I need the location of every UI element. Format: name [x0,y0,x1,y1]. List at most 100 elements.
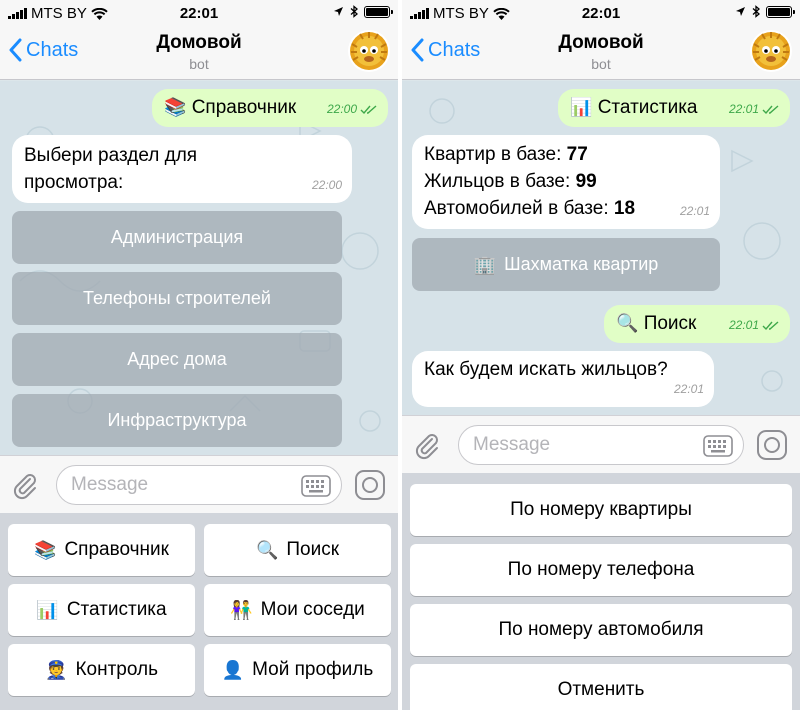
status-bar: MTS BY 22:01 [402,0,800,26]
keyboard-button-label: Поиск [286,539,340,560]
right-screen: MTS BY 22:01 Chats Домовой bot 📊 Статист… [402,0,800,710]
keyboard-button-neighbors[interactable]: 👫 Мои соседи [204,584,391,636]
keyboard-button-label: Отменить [557,679,645,700]
keyboard-button-cancel[interactable]: Отменить [410,664,792,710]
keyboard-button-label: Справочник [64,539,169,560]
inline-button-administration[interactable]: Администрация [12,211,342,264]
stat-label: Автомобилей в базе: [424,198,609,219]
message-time: 22:01 [728,318,759,332]
message-meta: 22:01 [680,198,710,225]
books-icon: 📚 [164,97,187,117]
stat-residents: Жильцов в базе: 99 [424,168,708,195]
inline-button-label: Администрация [110,227,244,247]
message-text: Как будем искать жильцов? [424,359,668,380]
location-arrow-icon [736,7,745,16]
attach-icon[interactable] [10,470,40,500]
keyboard-button-label: По номеру квартиры [510,499,692,520]
message-input-bar [402,415,800,473]
chat-area: 📊 Статистика 22:01 Квартир в базе: 77 Жи… [402,81,800,415]
message-field [56,465,342,505]
bar-chart-icon: 📊 [36,600,59,620]
reply-keyboard: 📚 Справочник 🔍 Поиск 📊 Статистика 👫 Мои … [0,513,398,710]
keyboard-button-profile[interactable]: 👤 Мой профиль [204,644,391,696]
magnifier-icon: 🔍 [616,313,639,333]
attach-icon[interactable] [412,430,442,460]
status-right [735,5,795,18]
stat-label: Жильцов в базе: [424,171,571,192]
books-icon: 📚 [34,540,57,560]
keyboard-button-control[interactable]: 👮 Контроль [8,644,195,696]
keyboard-button-label: По номеру автомобиля [498,619,704,640]
message-meta: 22:00 [327,96,378,123]
keyboard-button-search[interactable]: 🔍 Поиск [204,524,391,576]
bar-chart-icon: 📊 [570,97,593,117]
inline-button-house-address[interactable]: Адрес дома [12,333,342,386]
keyboard-button-label: По номеру телефона [507,559,695,580]
inline-button-builders-phones[interactable]: Телефоны строителей [12,272,342,325]
outgoing-message[interactable]: 📊 Статистика 22:01 [558,89,790,127]
reply-keyboard: По номеру квартиры По номеру телефона По… [402,473,800,710]
keyboard-button-by-phone[interactable]: По номеру телефона [410,544,792,596]
battery-icon [766,5,795,18]
message-time: 22:01 [728,102,759,116]
instant-camera-icon[interactable] [756,429,788,461]
keyboard-button-by-car[interactable]: По номеру автомобиля [410,604,792,656]
status-bar: MTS BY 22:01 [0,0,398,26]
message-input[interactable] [71,474,271,496]
double-check-icon [360,104,377,114]
stat-value: 18 [613,198,636,219]
message-time: 22:01 [679,204,710,218]
keyboard-button-reference[interactable]: 📚 Справочник [8,524,195,576]
chat-area: 📚 Справочник 22:00 Выбери раздел для про… [0,81,398,455]
message-time: 22:00 [311,178,342,192]
outgoing-message[interactable]: 🔍 Поиск 22:01 [604,305,790,343]
double-check-icon [762,104,779,114]
stat-value: 99 [575,171,597,192]
inline-button-apartment-grid[interactable]: 🏢 Шахматка квартир [412,238,720,291]
chat-subtitle: bot [591,56,611,72]
left-screen: MTS BY 22:01 Chats Домовой bot 📚 Справоч… [0,0,398,710]
office-building-icon: 🏢 [473,254,497,275]
lion-mascot-icon [752,32,790,70]
chat-title: Домовой [558,32,644,53]
message-text: Статистика [597,97,698,118]
bot-avatar[interactable] [348,30,390,72]
message-text: Поиск [643,313,697,334]
message-field [458,425,744,465]
user-silhouette-icon: 👤 [221,660,245,680]
message-meta: 22:01 [674,376,704,403]
lion-mascot-icon [350,32,388,70]
incoming-message[interactable]: Выбери раздел для просмотра: 22:00 [12,135,352,203]
bot-keyboard-icon[interactable] [301,475,331,497]
battery-icon [364,5,393,18]
message-meta: 22:01 [729,312,780,339]
keyboard-button-label: Мои соседи [260,599,365,620]
bluetooth-icon [752,5,760,18]
outgoing-message[interactable]: 📚 Справочник 22:00 [152,89,388,127]
couple-icon: 👫 [230,600,253,620]
message-time: 22:01 [673,382,704,396]
bot-keyboard-icon[interactable] [703,435,733,457]
police-officer-icon: 👮 [45,660,68,680]
bot-avatar[interactable] [750,30,792,72]
message-input[interactable] [473,434,673,456]
inline-button-label: Инфраструктура [107,410,247,430]
stat-apartments: Квартир в базе: 77 [424,141,708,168]
message-text: Выбери раздел для просмотра: [24,145,198,193]
double-check-icon [762,320,779,330]
stat-cars: Автомобилей в базе: 18 [424,195,708,222]
inline-button-infrastructure[interactable]: Инфраструктура [12,394,342,447]
keyboard-button-label: Статистика [66,599,167,620]
location-arrow-icon [334,7,343,16]
nav-bar: Chats Домовой bot [0,26,398,80]
message-meta: 22:01 [729,96,780,123]
keyboard-button-by-apartment[interactable]: По номеру квартиры [410,484,792,536]
chat-title: Домовой [156,32,242,53]
message-time: 22:00 [326,102,357,116]
inline-button-label: Телефоны строителей [83,288,271,308]
instant-camera-icon[interactable] [354,469,386,501]
keyboard-button-statistics[interactable]: 📊 Статистика [8,584,195,636]
statistics-message[interactable]: Квартир в базе: 77 Жильцов в базе: 99 Ав… [412,135,720,229]
message-input-bar [0,455,398,513]
incoming-message[interactable]: Как будем искать жильцов? 22:01 [412,351,714,407]
